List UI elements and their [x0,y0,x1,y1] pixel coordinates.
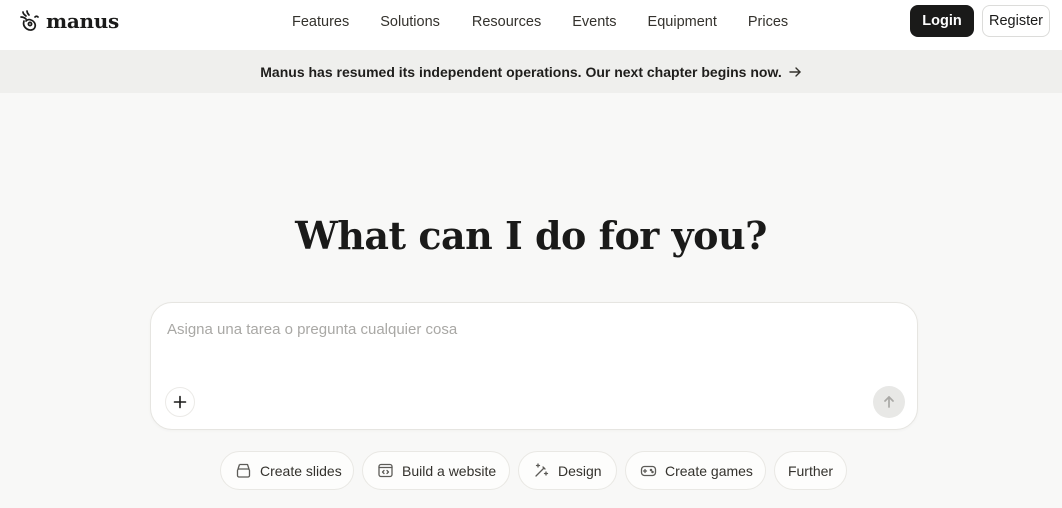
code-window-icon [378,463,393,478]
logo[interactable]: manus [18,7,119,35]
logo-text: manus [46,9,119,33]
arrow-right-icon [789,66,801,77]
add-attachment-button[interactable] [165,387,195,417]
main-nav: Features Solutions Resources Events Equi… [292,12,788,32]
chip-label: Design [558,462,602,479]
manus-hand-icon [20,10,39,31]
chip-label: Build a website [402,462,497,479]
banner-text: Manus has resumed its independent operat… [260,63,782,80]
chip-label: Further [787,462,834,479]
announcement-banner[interactable]: Manus has resumed its independent operat… [0,50,1062,93]
register-button[interactable]: Register [982,5,1050,37]
suggestion-chips: Create slides Build a website Design Cre… [0,451,1062,491]
chip-further[interactable]: Further [774,451,847,490]
plus-icon [173,395,187,409]
login-button[interactable]: Login [910,5,974,37]
arrow-up-icon [884,396,894,408]
chip-build-website[interactable]: Build a website [362,451,510,490]
nav-resources[interactable]: Resources [472,12,541,32]
chip-label: Create slides [260,462,342,479]
top-header: manus Features Solutions Resources Event… [0,0,1062,50]
chip-create-slides[interactable]: Create slides [220,451,354,490]
slides-icon [236,463,251,478]
magic-wand-icon [535,463,549,477]
nav-solutions[interactable]: Solutions [380,12,440,32]
chip-create-games[interactable]: Create games [625,451,766,490]
nav-features[interactable]: Features [292,12,349,32]
chip-label: Create games [665,462,753,479]
hero-title: What can I do for you? [295,213,767,258]
gamepad-icon [640,465,657,477]
nav-equipment[interactable]: Equipment [648,12,717,32]
send-button[interactable] [873,386,905,418]
chip-design[interactable]: Design [518,451,617,490]
nav-prices[interactable]: Prices [748,12,788,32]
nav-events[interactable]: Events [572,12,616,32]
task-input-card [150,302,918,430]
task-input[interactable] [167,317,867,341]
